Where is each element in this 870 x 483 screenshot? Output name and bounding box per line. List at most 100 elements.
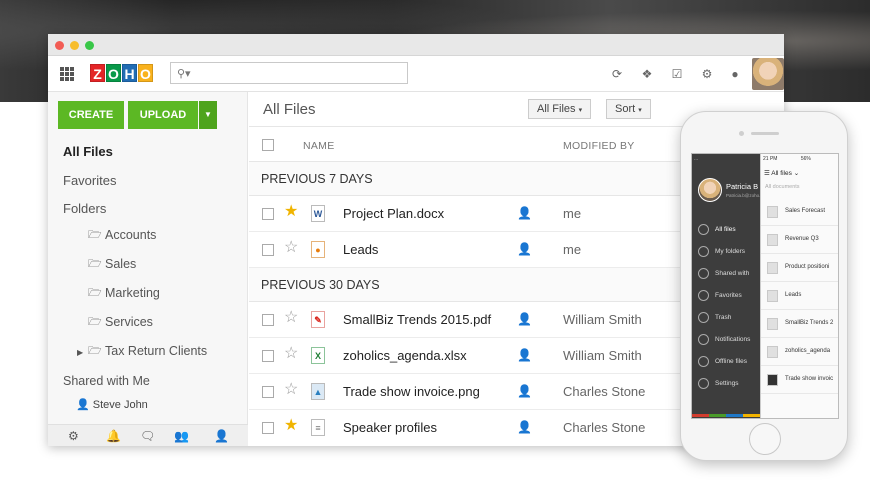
row-checkbox[interactable] [262,314,274,326]
sidebar-item-favorites[interactable]: Favorites [63,173,116,188]
search-box[interactable]: ⚲▾ [170,62,408,84]
logo-letter: Z [90,64,105,82]
chat-icon[interactable]: 🗨 [140,429,155,443]
phone-home-button[interactable] [749,423,781,455]
list-item[interactable]: zoholics_agenda [761,338,838,366]
folder-item-sales[interactable]: 🗁 Sales [88,257,136,271]
maximize-window-button[interactable] [85,41,94,50]
gear-icon[interactable]: ⚙ [68,429,79,443]
drawer-item-favorites[interactable]: Favorites [698,290,742,301]
drawer-item-notifications[interactable]: Notifications [698,334,750,345]
sidebar: CREATE UPLOAD ▼ All Files Favorites Fold… [48,92,248,446]
row-checkbox[interactable] [262,244,274,256]
person-icon[interactable]: 👤 [214,429,229,443]
apps-grid-icon[interactable] [60,67,74,81]
upload-dropdown-button[interactable]: ▼ [199,101,217,129]
row-checkbox[interactable] [262,350,274,362]
page-title: All Files [263,101,316,118]
expand-caret-icon[interactable]: ▶ [77,348,83,357]
user-name: Patricia B [726,182,759,191]
drawer-item-all-files[interactable]: All files [698,224,736,235]
avatar[interactable] [752,58,784,90]
status-battery: 56% [800,156,811,162]
folder-item-tax-return-clients[interactable]: 🗁 Tax Return Clients [88,344,207,358]
folder-label: Sales [105,257,137,271]
drawer-item-label: Favorites [715,292,742,299]
sidebar-item-all-files[interactable]: All Files [63,144,113,159]
row-checkbox[interactable] [262,386,274,398]
star-outline-icon[interactable]: ☆ [284,309,298,327]
bell-icon [698,334,709,345]
select-all-checkbox[interactable] [262,139,274,151]
desktop-window: Z O H O ⚲▾ ⟳ ❖ ☑ ⚙ ● CREATE UPLOAD ▼ All… [48,34,784,446]
word-file-icon: W [311,205,325,222]
folder-item-accounts[interactable]: 🗁 Accounts [88,228,156,242]
search-input[interactable] [193,66,403,80]
sidebar-item-shared-with-me[interactable]: Shared with Me [63,374,150,388]
logo-letter: O [106,64,121,82]
drawer-item-offline-files[interactable]: Offline files [698,356,747,367]
list-item-name: SmallBiz Trends 2 [785,320,834,326]
star-icon[interactable]: ★ [284,417,298,435]
file-thumbnail-icon [767,318,778,330]
phone-list-title[interactable]: ☰ All files ⌄ [764,169,799,177]
shared-icon [698,268,709,279]
phone-speaker [751,132,779,135]
list-item[interactable]: Leads [761,282,838,310]
drawer-item-trash[interactable]: Trash [698,312,731,323]
sort-dropdown[interactable]: Sort ▾ [606,99,651,119]
shared-user-item[interactable]: 👤 Steve John [76,398,148,411]
list-item[interactable]: Product positioni [761,254,838,282]
shared-user-name: Steve John [92,399,148,411]
help-icon[interactable]: ● [728,67,742,81]
star-outline-icon[interactable]: ☆ [284,345,298,363]
minimize-window-button[interactable] [70,41,79,50]
phone-search-input[interactable]: All documents [765,184,800,190]
zoho-logo[interactable]: Z O H O [90,64,154,84]
list-item[interactable]: Sales Forecast [761,198,838,226]
list-item-name: Revenue Q3 [785,236,819,242]
filter-dropdown[interactable]: All Files ▾ [528,99,592,119]
folder-item-services[interactable]: 🗁 Services [88,315,153,329]
tasks-icon[interactable]: ☑ [670,67,684,81]
list-item[interactable]: Revenue Q3 [761,226,838,254]
group-icon[interactable]: 👥 [174,429,189,443]
drawer-item-my-folders[interactable]: My folders [698,246,745,257]
gear-icon[interactable]: ⚙ [700,67,714,81]
modified-by: me [563,242,582,257]
column-modified-by[interactable]: MODIFIED BY [563,140,635,152]
list-title-label: All files [771,170,792,177]
folder-label: Services [105,315,153,329]
row-checkbox[interactable] [262,422,274,434]
drawer-item-shared[interactable]: Shared with [698,268,749,279]
star-outline-icon[interactable]: ☆ [284,381,298,399]
sort-label: Sort [615,103,636,115]
close-window-button[interactable] [55,41,64,50]
image-thumbnail-icon [767,374,778,386]
create-button[interactable]: CREATE [58,101,124,129]
sync-icon[interactable]: ⟳ [610,67,624,81]
phone-file-list: 21 PM 56% ☰ All files ⌄ All documents Sa… [760,154,838,418]
upload-button[interactable]: UPLOAD [128,101,198,129]
file-name: Trade show invoice.png [343,384,480,399]
file-thumbnail-icon [767,346,778,358]
list-item[interactable]: SmallBiz Trends 2 [761,310,838,338]
row-checkbox[interactable] [262,208,274,220]
star-outline-icon[interactable]: ☆ [284,239,298,257]
shared-sheet-icon: ● [311,241,325,258]
user-icon: 👤 [76,399,90,411]
drawer-item-label: Shared with [715,270,750,277]
drawer-item-settings[interactable]: Settings [698,378,739,389]
column-name[interactable]: NAME [303,140,335,152]
file-name: Speaker profiles [343,420,437,435]
sidebar-item-folders[interactable]: Folders [63,201,106,216]
list-item[interactable]: Trade show invoic [761,366,838,394]
star-icon[interactable]: ★ [284,203,298,221]
folder-item-marketing[interactable]: 🗁 Marketing [88,286,160,300]
folder-label: Marketing [105,286,160,300]
bell-icon[interactable]: 🔔 [106,429,121,443]
avatar[interactable] [698,178,722,202]
file-name: zoholics_agenda.xlsx [343,348,467,363]
modified-by: Charles Stone [563,420,646,435]
dropbox-icon[interactable]: ❖ [640,67,654,81]
